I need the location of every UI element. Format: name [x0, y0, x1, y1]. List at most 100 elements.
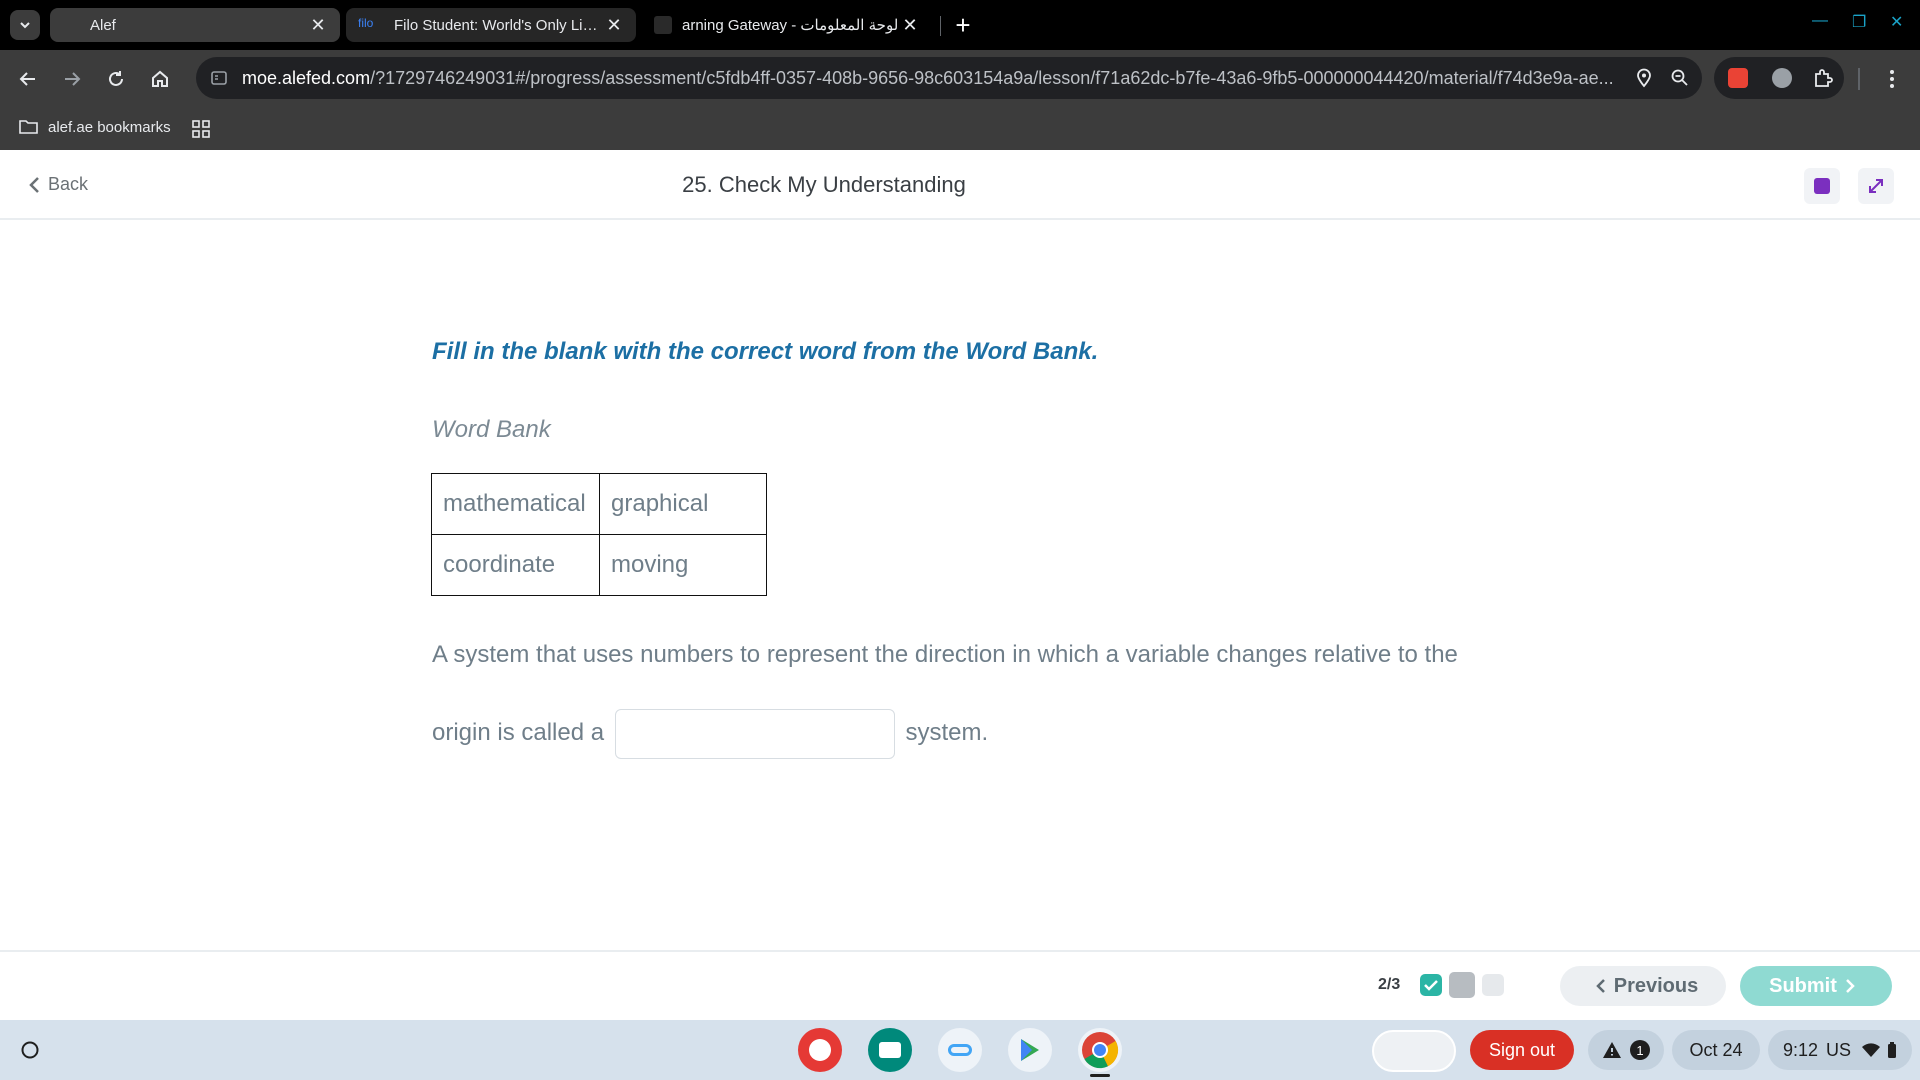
answer-blank-input[interactable] [614, 708, 895, 759]
submit-label: Submit [1769, 974, 1837, 997]
apps-grid-button[interactable] [192, 120, 210, 143]
time-label: 9:12 [1782, 1039, 1819, 1060]
home-button[interactable] [144, 63, 176, 95]
word-bank-row: mathematical graphical [431, 473, 767, 535]
play-store-icon[interactable] [1008, 1028, 1052, 1072]
site-info-icon[interactable] [210, 69, 228, 87]
assessment-footer: 2/3 Previous Submit [0, 950, 1920, 1020]
arrow-left-icon [19, 72, 35, 86]
status-tray[interactable]: 9:12 US [1768, 1030, 1912, 1070]
active-app-indicator [1090, 1074, 1110, 1077]
tab-title: arning Gateway - لوحة المعلومات [682, 17, 899, 34]
menu-button[interactable] [1876, 63, 1908, 95]
gateway-favicon-icon [654, 16, 672, 34]
tab-title: Alef [90, 16, 116, 34]
reload-button[interactable] [100, 63, 132, 95]
play-triangle-icon [1021, 1039, 1039, 1061]
tab-strip: Alef ✕ filo Filo Student: World's Only L… [0, 0, 1920, 50]
launcher-button[interactable] [14, 1034, 46, 1066]
previous-label: Previous [1613, 974, 1699, 997]
minimize-icon[interactable]: — [1812, 12, 1828, 30]
browser-toolbar: moe.alefed.com/?1729746249031#/progress/… [0, 50, 1920, 108]
bookmark-folder-label: alef.ae bookmarks [48, 118, 171, 136]
step-indicator-done[interactable] [1420, 974, 1442, 996]
launcher-circle-icon [21, 1041, 39, 1059]
os-shelf: Sign out 1 Oct 24 9:12 US [0, 1020, 1920, 1080]
word-bank-cell: graphical [599, 473, 767, 535]
notifications-tray[interactable]: 1 [1588, 1030, 1664, 1070]
more-vertical-icon [1890, 70, 1894, 88]
sign-out-label: Sign out [1488, 1039, 1556, 1060]
extension-icon[interactable] [1728, 68, 1748, 88]
word-bank-table: mathematical graphical coordinate moving [431, 473, 767, 596]
progress-counter: 2/3 [1378, 976, 1401, 993]
apps-grid-icon [192, 120, 210, 138]
address-bar[interactable]: moe.alefed.com/?1729746249031#/progress/… [196, 57, 1702, 99]
reload-icon [109, 71, 123, 86]
word-bank-cell: coordinate [431, 534, 600, 596]
question-area: Fill in the blank with the correct word … [0, 222, 1920, 950]
step-indicator-pending[interactable] [1482, 974, 1504, 996]
filo-favicon-icon: filo [358, 16, 374, 30]
warning-icon [1603, 1042, 1621, 1058]
date-label: Oct 24 [1689, 1039, 1743, 1060]
immersive-reader-icon [1814, 178, 1830, 194]
chevron-left-icon [1595, 979, 1605, 993]
paint-app-icon[interactable] [798, 1028, 842, 1072]
url-host: moe.alefed.com [242, 68, 371, 88]
classroom-app-icon[interactable] [868, 1028, 912, 1072]
location-pin-icon[interactable] [1634, 68, 1654, 88]
bookmark-folder[interactable]: alef.ae bookmarks [18, 118, 171, 136]
tab-filo[interactable]: filo Filo Student: World's Only Live I ✕ [346, 8, 636, 42]
restore-icon[interactable]: ❐ [1852, 12, 1866, 32]
check-icon [1424, 980, 1438, 991]
translate-button[interactable] [1804, 168, 1840, 204]
close-window-icon[interactable]: ✕ [1890, 12, 1903, 32]
close-icon[interactable]: ✕ [604, 15, 624, 35]
chrome-logo-icon [1082, 1032, 1119, 1069]
battery-icon [1888, 1042, 1897, 1058]
tab-separator [940, 16, 941, 36]
word-bank-row: coordinate moving [431, 534, 767, 596]
question-instruction: Fill in the blank with the correct word … [432, 338, 1099, 365]
forward-nav-button[interactable] [56, 63, 88, 95]
word-bank-label: Word Bank [432, 416, 551, 443]
holding-space-thumbnail[interactable] [1372, 1030, 1456, 1072]
question-text: A system that uses numbers to represent … [432, 616, 1492, 772]
tab-search-button[interactable] [10, 10, 40, 40]
extensions-area [1714, 57, 1844, 99]
lesson-header: Back 25. Check My Understanding [0, 150, 1920, 220]
toolbar-divider [1858, 68, 1860, 90]
step-indicator-current[interactable] [1449, 972, 1475, 998]
word-bank-cell: mathematical [431, 473, 600, 535]
link-app-icon[interactable] [938, 1028, 982, 1072]
notification-count: 1 [1630, 1040, 1650, 1060]
chevron-down-icon [20, 22, 30, 29]
extension-icon[interactable] [1772, 68, 1792, 88]
close-icon[interactable]: ✕ [308, 15, 328, 35]
close-icon[interactable]: ✕ [900, 15, 920, 35]
wifi-icon [1862, 1043, 1881, 1057]
home-icon [152, 70, 168, 87]
url-path: /?1729746249031#/progress/assessment/c5f… [370, 68, 1614, 88]
back-nav-button[interactable] [12, 63, 44, 95]
locale-label: US [1826, 1039, 1852, 1060]
chrome-app-icon[interactable] [1078, 1028, 1122, 1072]
tab-alef[interactable]: Alef ✕ [50, 8, 340, 42]
previous-button[interactable]: Previous [1560, 966, 1726, 1006]
submit-button[interactable]: Submit [1740, 966, 1892, 1006]
page-title: 25. Check My Understanding [682, 172, 966, 197]
tab-learning-gateway[interactable]: arning Gateway - لوحة المعلومات ✕ [642, 8, 932, 42]
question-text-after: system. [905, 719, 989, 746]
zoom-icon[interactable] [1670, 68, 1690, 88]
new-tab-button[interactable]: + [948, 10, 978, 40]
bookmarks-bar: alef.ae bookmarks [0, 108, 1920, 150]
arrow-right-icon [65, 72, 81, 86]
sign-out-button[interactable]: Sign out [1470, 1030, 1574, 1070]
alef-favicon-icon [62, 16, 80, 34]
folder-icon [19, 120, 38, 134]
puzzle-icon[interactable] [1812, 67, 1834, 89]
url-text: moe.alefed.com/?1729746249031#/progress/… [242, 68, 1632, 89]
date-tray[interactable]: Oct 24 [1672, 1030, 1760, 1070]
fullscreen-button[interactable] [1858, 168, 1894, 204]
